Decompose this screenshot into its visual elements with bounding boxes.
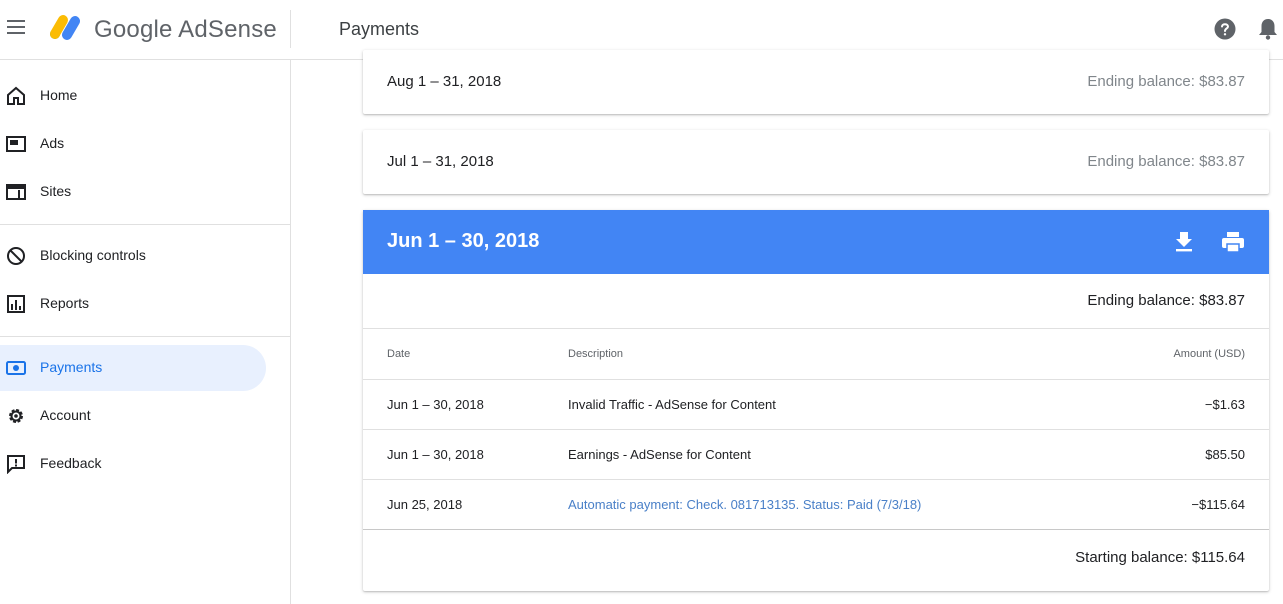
- ads-icon: [6, 136, 26, 152]
- divider: [363, 529, 1269, 530]
- sidebar-item-label: Blocking controls: [40, 247, 146, 263]
- table-row: Jun 1 – 30, 2018 Invalid Traffic - AdSen…: [363, 379, 1269, 429]
- print-icon[interactable]: [1220, 231, 1246, 253]
- column-header-description: Description: [568, 348, 624, 360]
- sidebar-item-sites[interactable]: Sites: [0, 169, 266, 215]
- sidebar-item-ads[interactable]: Ads: [0, 121, 266, 167]
- row-date: Jun 1 – 30, 2018: [387, 397, 484, 412]
- ending-balance-row: Ending balance: $83.87: [363, 274, 1269, 328]
- starting-balance: Starting balance: $115.64: [1075, 549, 1245, 566]
- gear-icon: [9, 409, 23, 423]
- menu-icon[interactable]: [7, 20, 27, 38]
- sidebar-item-label: Ads: [40, 135, 65, 151]
- row-amount: −$115.64: [1191, 497, 1245, 512]
- sidebar-item-label: Feedback: [40, 455, 102, 471]
- column-header-amount: Amount (USD): [1173, 348, 1245, 360]
- sidebar-divider: [0, 336, 291, 337]
- sidebar-item-label: Sites: [40, 183, 72, 199]
- row-date: Jun 25, 2018: [387, 497, 463, 512]
- sidebar-item-account[interactable]: Account: [0, 393, 266, 439]
- statement-period: Aug 1 – 31, 2018: [387, 73, 502, 90]
- sidebar-item-label: Payments: [40, 359, 103, 375]
- feedback-icon: [7, 455, 25, 474]
- table-row: Jun 1 – 30, 2018 Earnings - AdSense for …: [363, 429, 1269, 479]
- download-icon[interactable]: [1172, 231, 1196, 253]
- ending-balance: Ending balance: $83.87: [1087, 292, 1245, 309]
- sidebar-item-label: Account: [40, 407, 91, 423]
- help-icon[interactable]: [1214, 18, 1236, 40]
- adsense-logo-icon: [50, 15, 80, 40]
- row-amount: $85.50: [1205, 447, 1245, 462]
- statement-ending-balance: Ending balance: $83.87: [1087, 73, 1245, 90]
- sites-icon: [6, 184, 26, 200]
- sidebar-item-blocking-controls[interactable]: Blocking controls: [0, 233, 266, 279]
- sidebar-nav: Home Ads Sites Blocking controls Reports…: [0, 60, 291, 604]
- table-row: Jun 25, 2018 Automatic payment: Check. 0…: [363, 479, 1269, 529]
- column-header-date: Date: [387, 348, 411, 360]
- row-amount: −$1.63: [1204, 397, 1245, 412]
- header-divider: [290, 10, 291, 48]
- sidebar-item-feedback[interactable]: Feedback: [0, 441, 266, 487]
- home-icon: [7, 86, 25, 105]
- payments-icon: [6, 361, 26, 375]
- statement-header[interactable]: Jun 1 – 30, 2018: [363, 210, 1269, 274]
- statement-card-jun-2018: Jun 1 – 30, 2018 Ending balance: $83.87 …: [363, 210, 1269, 591]
- statement-card-jul-2018[interactable]: Jul 1 – 31, 2018 Ending balance: $83.87: [363, 130, 1269, 194]
- statement-period: Jul 1 – 31, 2018: [387, 153, 494, 170]
- sidebar-item-reports[interactable]: Reports: [0, 281, 266, 327]
- page-title: Payments: [339, 19, 420, 39]
- sidebar-divider: [0, 224, 291, 225]
- statement-ending-balance: Ending balance: $83.87: [1087, 153, 1245, 170]
- sidebar-item-label: Reports: [40, 295, 90, 311]
- block-icon: [7, 247, 25, 265]
- payment-details-link[interactable]: Automatic payment: Check. 081713135. Sta…: [568, 497, 921, 512]
- notifications-bell-icon[interactable]: [1257, 17, 1279, 41]
- row-date: Jun 1 – 30, 2018: [387, 447, 484, 462]
- divider: [363, 328, 1269, 329]
- row-description: Invalid Traffic - AdSense for Content: [568, 397, 776, 412]
- sidebar-item-label: Home: [40, 87, 78, 103]
- brand-name: Google AdSense: [94, 16, 277, 43]
- sidebar-item-payments[interactable]: Payments: [0, 345, 266, 391]
- row-description: Earnings - AdSense for Content: [568, 447, 751, 462]
- statement-card-aug-2018[interactable]: Aug 1 – 31, 2018 Ending balance: $83.87: [363, 50, 1269, 114]
- sidebar-item-home[interactable]: Home: [0, 73, 266, 119]
- reports-icon: [7, 295, 25, 313]
- statement-period: Jun 1 – 30, 2018: [387, 230, 540, 252]
